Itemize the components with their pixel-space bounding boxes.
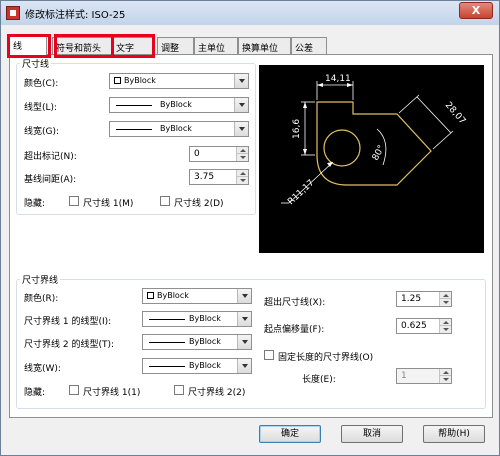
- group-title-extension-lines: 尺寸界线: [20, 273, 61, 286]
- dim-extend-value: 0: [194, 149, 200, 159]
- ext-offset-value: 0.625: [401, 321, 427, 331]
- dim-left-text: 16,6: [292, 119, 302, 139]
- line-sample: [149, 319, 185, 320]
- ext-offset-spinner[interactable]: 0.625: [396, 318, 452, 334]
- chevron-down-icon: [237, 335, 251, 349]
- tab-lines[interactable]: 线: [9, 35, 47, 55]
- spin-down-icon[interactable]: [236, 177, 248, 184]
- ext-color-value: ByBlock: [157, 291, 189, 300]
- cancel-button[interactable]: 取消: [341, 425, 403, 443]
- tab-tolerances[interactable]: 公差: [291, 37, 327, 55]
- dim-baseline-spinner[interactable]: 3.75: [189, 169, 249, 185]
- tab-symbols-arrows[interactable]: 符号和箭头: [52, 37, 112, 55]
- line-sample: [116, 129, 152, 130]
- chevron-down-icon: [234, 122, 248, 136]
- ext-lw-value: ByBlock: [189, 361, 221, 370]
- dimension-arrows: [303, 83, 353, 167]
- preview-area: 14,11 16,6 28,07 80° R11,17: [259, 65, 484, 253]
- dim-suppress1-label[interactable]: 尺寸线 1(M): [83, 196, 133, 209]
- dim-linetype-select[interactable]: ByBlock: [109, 97, 249, 113]
- ext-length-label: 长度(E):: [302, 375, 336, 385]
- chevron-down-icon: [237, 312, 251, 326]
- ok-button[interactable]: 确定: [259, 425, 321, 443]
- ext-suppress1-label[interactable]: 尺寸界线 1(1): [83, 385, 140, 398]
- dim-baseline-value: 3.75: [194, 172, 215, 182]
- dim-suppress2-checkbox[interactable]: [160, 196, 170, 206]
- dim-lineweight-select[interactable]: ByBlock: [109, 121, 249, 137]
- dim-color-select[interactable]: ByBlock: [109, 73, 249, 89]
- spin-up-icon[interactable]: [439, 319, 451, 326]
- color-swatch: [114, 77, 121, 84]
- ext-lt2-select[interactable]: ByBlock: [142, 334, 252, 350]
- preview-drawing: 14,11 16,6 28,07 80° R11,17: [281, 74, 467, 207]
- dim-linetype-value: ByBlock: [160, 100, 192, 109]
- dim-baseline-label: 基线间距(A):: [24, 175, 77, 185]
- dim-lineweight-value: ByBlock: [160, 124, 192, 133]
- group-title-dimension-lines: 尺寸线: [20, 57, 52, 70]
- ext-lt1-value: ByBlock: [189, 314, 221, 323]
- ext-beyond-spinner[interactable]: 1.25: [396, 291, 452, 307]
- spin-down-icon[interactable]: [439, 299, 451, 306]
- ext-suppress1-checkbox[interactable]: [69, 385, 79, 395]
- spin-up-icon[interactable]: [439, 292, 451, 299]
- tab-fit[interactable]: 调整: [157, 37, 194, 55]
- close-button[interactable]: X: [459, 2, 493, 19]
- window-title: 修改标注样式: ISO-25: [25, 10, 126, 21]
- ext-beyond-label: 超出尺寸线(X):: [264, 298, 326, 308]
- chevron-down-icon: [234, 98, 248, 112]
- dim-extend-spinner[interactable]: 0: [189, 146, 249, 162]
- ext-lt1-label: 尺寸界线 1 的线型(I):: [24, 317, 112, 327]
- ext-suppress2-checkbox[interactable]: [174, 385, 184, 395]
- dim-color-value: ByBlock: [124, 76, 156, 85]
- ext-lw-label: 线宽(W):: [24, 364, 61, 374]
- spin-up-icon[interactable]: [236, 170, 248, 177]
- dim-suppress-label: 隐藏:: [24, 199, 46, 209]
- tab-primary-units[interactable]: 主单位: [194, 37, 238, 55]
- spin-down-icon[interactable]: [439, 376, 451, 383]
- ext-lt2-value: ByBlock: [189, 337, 221, 346]
- ext-lw-select[interactable]: ByBlock: [142, 358, 252, 374]
- ext-color-select[interactable]: ByBlock: [142, 288, 252, 304]
- chevron-down-icon: [237, 289, 251, 303]
- chevron-down-icon: [237, 359, 251, 373]
- dim-suppress1-checkbox[interactable]: [69, 196, 79, 206]
- spin-up-icon[interactable]: [236, 147, 248, 154]
- spin-down-icon[interactable]: [236, 154, 248, 161]
- part-outline: [316, 101, 432, 186]
- ext-color-label: 颜色(R):: [24, 294, 59, 304]
- app-icon: [6, 6, 20, 20]
- line-sample: [149, 342, 185, 343]
- chevron-down-icon: [234, 74, 248, 88]
- ext-suppress2-label[interactable]: 尺寸界线 2(2): [188, 385, 245, 398]
- color-swatch: [147, 292, 154, 299]
- dim-linetype-label: 线型(L):: [24, 103, 58, 113]
- tab-text[interactable]: 文字: [112, 37, 154, 55]
- dialog-window: 修改标注样式: ISO-25 X 线 符号和箭头 文字 调整 主单位 换算单位 …: [0, 0, 500, 456]
- spin-down-icon[interactable]: [439, 326, 451, 333]
- ext-beyond-value: 1.25: [401, 294, 422, 304]
- ext-fixed-length-label[interactable]: 固定长度的尺寸界线(O): [278, 350, 373, 363]
- dim-color-label: 颜色(C):: [24, 79, 59, 89]
- help-button[interactable]: 帮助(H): [423, 425, 485, 443]
- tab-alternate-units[interactable]: 换算单位: [238, 37, 291, 55]
- dim-extend-label: 超出标记(N):: [24, 152, 77, 162]
- ext-fixed-length-checkbox[interactable]: [264, 350, 274, 360]
- tab-page-lines: 尺寸线 颜色(C): ByBlock 线型(L): ByBlock 线宽(G):…: [9, 54, 493, 418]
- line-sample: [149, 366, 185, 367]
- dim-right-text: 28,07: [443, 100, 467, 126]
- dim-suppress2-label[interactable]: 尺寸线 2(D): [174, 196, 224, 209]
- ext-suppress-label: 隐藏:: [24, 388, 46, 398]
- dim-lineweight-label: 线宽(G):: [24, 127, 60, 137]
- ext-lt2-label: 尺寸界线 2 的线型(T):: [24, 340, 115, 350]
- line-sample: [116, 105, 152, 106]
- spin-up-icon[interactable]: [439, 369, 451, 376]
- ext-length-spinner[interactable]: 1: [396, 368, 452, 384]
- ext-offset-label: 起点偏移量(F):: [264, 325, 325, 335]
- title-bar[interactable]: 修改标注样式: ISO-25 X: [1, 1, 499, 25]
- ext-length-value: 1: [401, 371, 407, 381]
- dim-radius-text: R11,17: [286, 178, 316, 207]
- dim-top-text: 14,11: [325, 74, 351, 84]
- ext-lt1-select[interactable]: ByBlock: [142, 311, 252, 327]
